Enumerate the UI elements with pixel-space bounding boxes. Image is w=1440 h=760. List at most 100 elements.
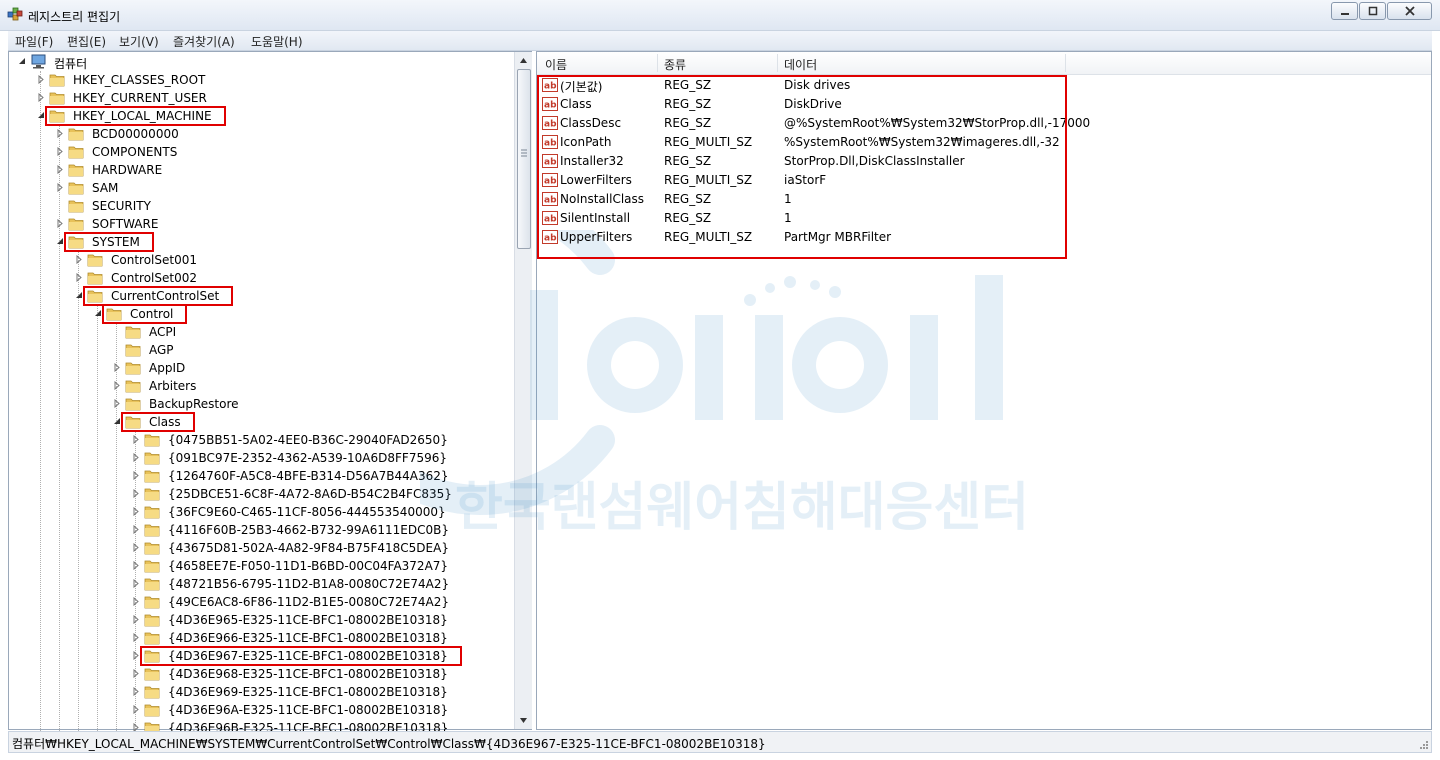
tree-scrollbar[interactable] <box>514 52 532 729</box>
tree-highlight-box <box>83 286 234 306</box>
tree-item-label: {4D36E965-E325-11CE-BFC1-08002BE10318} <box>168 613 448 627</box>
close-button[interactable] <box>1387 2 1432 20</box>
menu-favorites[interactable]: 즐겨찾기(A) <box>173 33 235 50</box>
column-header: 이름 종류 데이터 <box>537 52 1431 75</box>
collapsed-arrow-icon[interactable] <box>132 525 140 534</box>
column-separator[interactable] <box>777 54 778 72</box>
tree-item-label: ControlSet001 <box>111 253 197 267</box>
menu-help[interactable]: 도움말(H) <box>251 33 303 50</box>
tree-guide-line <box>97 305 98 737</box>
tree-highlight-box <box>102 304 188 324</box>
tree-item[interactable]: COMPONENTS <box>56 143 536 161</box>
collapsed-arrow-icon[interactable] <box>132 579 140 588</box>
tree-highlight-box <box>45 106 226 126</box>
tree-item-label: {48721B56-6795-11D2-B1A8-0080C72E74A2} <box>168 577 450 591</box>
tree-guide-line <box>40 71 41 737</box>
collapsed-arrow-icon[interactable] <box>56 165 64 174</box>
scroll-down-button[interactable] <box>515 712 532 729</box>
title-bar[interactable]: 레지스트리 편집기 <box>0 0 1440 31</box>
tree-item-label: {4D36E966-E325-11CE-BFC1-08002BE10318} <box>168 631 448 645</box>
folder-icon <box>68 128 84 141</box>
collapsed-arrow-icon[interactable] <box>37 93 45 102</box>
column-data[interactable]: 데이터 <box>784 56 817 73</box>
expanded-arrow-icon[interactable] <box>18 57 26 66</box>
tree-item-label: SAM <box>92 181 119 195</box>
expanded-arrow-icon[interactable] <box>56 237 64 246</box>
tree-item[interactable]: SOFTWARE <box>56 215 536 233</box>
collapsed-arrow-icon[interactable] <box>75 255 83 264</box>
collapsed-arrow-icon[interactable] <box>56 129 64 138</box>
collapsed-arrow-icon[interactable] <box>37 75 45 84</box>
collapsed-arrow-icon[interactable] <box>56 147 64 156</box>
collapsed-arrow-icon[interactable] <box>132 633 140 642</box>
folder-icon <box>144 452 160 465</box>
collapsed-arrow-icon[interactable] <box>132 561 140 570</box>
maximize-button[interactable] <box>1359 2 1386 20</box>
registry-editor-icon <box>7 7 23 21</box>
tree-item[interactable]: BCD00000000 <box>56 125 536 143</box>
tree-item[interactable]: 컴퓨터 <box>18 53 498 71</box>
collapsed-arrow-icon[interactable] <box>113 363 121 372</box>
status-bar: 컴퓨터₩HKEY_LOCAL_MACHINE₩SYSTEM₩CurrentCon… <box>8 731 1432 753</box>
collapsed-arrow-icon[interactable] <box>132 669 140 678</box>
collapsed-arrow-icon[interactable] <box>132 435 140 444</box>
tree-item[interactable]: HKEY_CURRENT_USER <box>37 89 517 107</box>
collapsed-arrow-icon[interactable] <box>56 219 64 228</box>
expanded-arrow-icon[interactable] <box>37 111 45 120</box>
column-separator[interactable] <box>657 54 658 72</box>
computer-icon <box>31 54 46 69</box>
folder-icon <box>144 632 160 645</box>
tree-item-label: {091BC97E-2352-4362-A539-10A6D8FF7596} <box>168 451 448 465</box>
tree-item[interactable]: HARDWARE <box>56 161 536 179</box>
values-highlight-box <box>537 75 1067 259</box>
collapsed-arrow-icon[interactable] <box>132 489 140 498</box>
folder-icon <box>87 272 103 285</box>
resize-grip-icon[interactable] <box>1419 740 1429 750</box>
window-title: 레지스트리 편집기 <box>28 10 121 24</box>
collapsed-arrow-icon[interactable] <box>132 651 140 660</box>
collapsed-arrow-icon[interactable] <box>132 705 140 714</box>
column-name[interactable]: 이름 <box>545 56 567 73</box>
tree-highlight-box <box>121 412 195 432</box>
tree-item-label: {4116F60B-25B3-4662-B732-99A6111EDC0B} <box>168 523 450 537</box>
folder-icon <box>125 380 141 393</box>
collapsed-arrow-icon[interactable] <box>75 273 83 282</box>
tree-highlight-box <box>64 232 154 252</box>
collapsed-arrow-icon[interactable] <box>132 543 140 552</box>
tree-item-label: {0475BB51-5A02-4EE0-B36C-29040FAD2650} <box>168 433 448 447</box>
menu-view[interactable]: 보기(V) <box>119 33 159 50</box>
expanded-arrow-icon[interactable] <box>113 417 121 426</box>
collapsed-arrow-icon[interactable] <box>113 399 121 408</box>
column-separator[interactable] <box>1065 54 1066 72</box>
folder-icon <box>144 596 160 609</box>
collapsed-arrow-icon[interactable] <box>132 687 140 696</box>
folder-icon <box>125 362 141 375</box>
folder-icon <box>68 182 84 195</box>
expanded-arrow-icon[interactable] <box>94 309 102 318</box>
folder-icon <box>144 542 160 555</box>
scroll-up-button[interactable] <box>515 52 532 69</box>
tree-item[interactable]: ControlSet001 <box>75 251 555 269</box>
collapsed-arrow-icon[interactable] <box>132 471 140 480</box>
tree-item-label: {43675D81-502A-4A82-9F84-B75F418C5DEA} <box>168 541 449 555</box>
menu-edit[interactable]: 편집(E) <box>67 33 106 50</box>
column-type[interactable]: 종류 <box>664 56 686 73</box>
expanded-arrow-icon[interactable] <box>75 291 83 300</box>
tree-highlight-box <box>140 646 462 666</box>
collapsed-arrow-icon[interactable] <box>113 381 121 390</box>
tree-item-label: BCD00000000 <box>92 127 179 141</box>
collapsed-arrow-icon[interactable] <box>132 453 140 462</box>
tree-item[interactable]: HKEY_CLASSES_ROOT <box>37 71 517 89</box>
folder-icon <box>144 488 160 501</box>
collapsed-arrow-icon[interactable] <box>132 615 140 624</box>
minimize-button[interactable] <box>1331 2 1358 20</box>
collapsed-arrow-icon[interactable] <box>56 183 64 192</box>
scroll-thumb[interactable] <box>517 69 531 249</box>
collapsed-arrow-icon[interactable] <box>132 507 140 516</box>
menu-file[interactable]: 파일(F) <box>15 33 53 50</box>
folder-icon <box>125 398 141 411</box>
tree-item[interactable]: ControlSet002 <box>75 269 555 287</box>
tree-item[interactable]: SECURITY <box>56 197 536 215</box>
tree-item[interactable]: SAM <box>56 179 536 197</box>
collapsed-arrow-icon[interactable] <box>132 597 140 606</box>
